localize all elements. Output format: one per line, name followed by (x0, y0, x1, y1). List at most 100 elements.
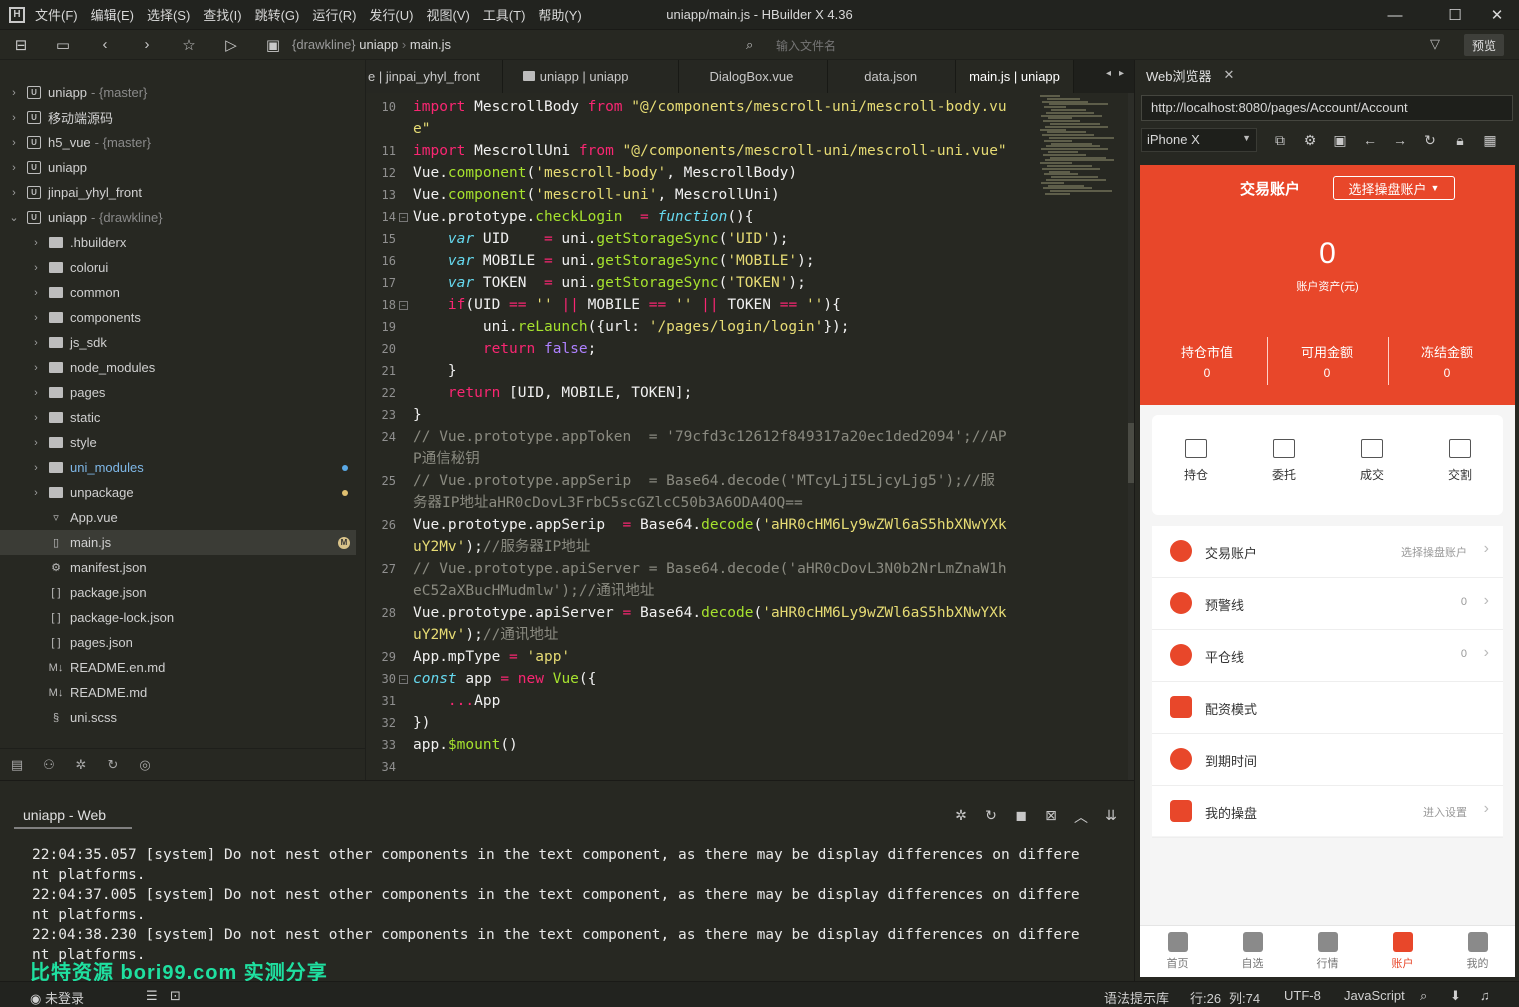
chevron-icon[interactable]: › (30, 337, 42, 349)
code-line[interactable]: uni.reLaunch({url: '/pages/login/login'}… (413, 316, 1033, 338)
menu-item[interactable]: 编辑(E) (91, 5, 134, 24)
menu-item[interactable]: 跳转(G) (255, 5, 300, 24)
phone-tab[interactable]: 账户 (1365, 932, 1440, 971)
bookmark-icon[interactable]: ☆ (178, 34, 200, 56)
tree-item[interactable]: [ ] pages.json (0, 630, 356, 655)
quick-action[interactable]: 委托 (1254, 439, 1314, 483)
code-line[interactable]: P通信秘钥 (413, 448, 1033, 470)
menu-item[interactable]: 文件(F) (35, 5, 78, 24)
editor-tab[interactable]: e | jinpai_yhyl_front (366, 60, 503, 93)
quick-action[interactable]: 持仓 (1166, 439, 1226, 483)
chevron-icon[interactable]: › (8, 187, 20, 199)
notification-icon[interactable]: ♫ (1480, 988, 1490, 1003)
settings-icon[interactable]: ⚙ (1301, 131, 1319, 149)
code-line[interactable]: var MOBILE = uni.getStorageSync('MOBILE'… (413, 250, 1033, 272)
tree-item[interactable]: M↓ README.md (0, 680, 356, 705)
menu-item[interactable]: 视图(V) (426, 5, 469, 24)
tree-item[interactable]: › node_modules (0, 355, 356, 380)
download-icon[interactable]: ⬇ (1450, 988, 1461, 1004)
tree-item[interactable]: › style (0, 430, 356, 455)
menu-item[interactable]: 选择(S) (147, 5, 190, 24)
menu-item[interactable]: 运行(R) (312, 5, 356, 24)
close-icon[interactable]: ✕ (1482, 3, 1512, 27)
list-icon[interactable]: ☰ (146, 988, 158, 1004)
fold-toggle-icon[interactable]: − (399, 675, 408, 684)
code-line[interactable]: Vue.component('mescroll-body', MescrollB… (413, 162, 1033, 184)
tree-item[interactable]: › js_sdk (0, 330, 356, 355)
tree-item[interactable]: [ ] package-lock.json (0, 605, 356, 630)
menu-item[interactable]: 工具(T) (483, 5, 526, 24)
account-menu-item[interactable]: 我的操盘 进入设置 › (1152, 786, 1503, 838)
plugin-icon[interactable]: ◎ (137, 757, 153, 773)
code-line[interactable]: } (413, 360, 1033, 382)
chevron-icon[interactable]: › (30, 237, 42, 249)
code-line[interactable]: return [UID, MOBILE, TOKEN]; (413, 382, 1033, 404)
code-line[interactable]: Vue.prototype.appSerip = Base64.decode('… (413, 514, 1033, 536)
console-debug-icon[interactable]: ✲ (952, 807, 970, 824)
cursor-col[interactable]: 列:74 (1229, 988, 1260, 1007)
syntax-lib-button[interactable]: 语法提示库 (1104, 988, 1169, 1007)
tree-item[interactable]: › Uuniapp - {master} (0, 80, 356, 105)
chevron-icon[interactable]: › (30, 312, 42, 324)
menu-item[interactable]: 查找(I) (203, 5, 241, 24)
tab-left-icon[interactable]: ◂ (1106, 68, 1111, 79)
code-line[interactable]: Vue.prototype.apiServer = Base64.decode(… (413, 602, 1033, 624)
phone-tab[interactable]: 首页 (1140, 932, 1215, 971)
chevron-icon[interactable]: › (8, 162, 20, 174)
code-line[interactable]: App.mpType = 'app' (413, 646, 1033, 668)
forward-icon[interactable]: › (136, 34, 158, 56)
back-icon[interactable]: ‹ (94, 34, 116, 56)
preview-button[interactable]: 预览 (1464, 34, 1504, 56)
browser-back-icon[interactable]: ← (1361, 131, 1379, 149)
screenshot-icon[interactable]: ⧉ (1271, 131, 1289, 149)
tab-right-icon[interactable]: ▸ (1119, 68, 1124, 79)
browser-forward-icon[interactable]: → (1391, 131, 1409, 149)
quick-action[interactable]: 交割 (1430, 439, 1490, 483)
chevron-icon[interactable]: › (30, 462, 42, 474)
tree-item[interactable]: › .hbuilderx (0, 230, 356, 255)
code-line[interactable]: ...App (413, 690, 1033, 712)
code-line[interactable]: Vue.component('mescroll-uni', MescrollUn… (413, 184, 1033, 206)
tree-item[interactable]: › Ujinpai_yhyl_front (0, 180, 356, 205)
chevron-icon[interactable]: › (30, 412, 42, 424)
tree-item[interactable]: M↓ README.en.md (0, 655, 356, 680)
code-line[interactable]: } (413, 404, 1033, 426)
tree-item[interactable]: › Uh5_vue - {master} (0, 130, 356, 155)
menu-item[interactable]: 帮助(Y) (538, 5, 581, 24)
devtools-icon[interactable]: ▣ (1331, 131, 1349, 149)
code-line[interactable]: // Vue.prototype.appSerip = Base64.decod… (413, 470, 1033, 492)
filter-icon[interactable]: ▽ (1430, 36, 1440, 52)
save-icon[interactable]: ▭ (52, 34, 74, 56)
minimap[interactable] (1040, 95, 1114, 195)
chevron-icon[interactable]: ⌄ (8, 211, 20, 224)
fold-toggle-icon[interactable]: − (399, 213, 408, 222)
chevron-icon[interactable]: › (30, 362, 42, 374)
tree-item[interactable]: › pages (0, 380, 356, 405)
minimize-icon[interactable]: — (1380, 3, 1410, 27)
chevron-icon[interactable]: › (30, 437, 42, 449)
refresh-icon[interactable]: ↻ (1421, 131, 1439, 149)
tree-item[interactable]: ▿ App.vue (0, 505, 356, 530)
device-select[interactable]: iPhone X ▼ (1141, 128, 1257, 152)
browser-tab-close-icon[interactable]: ✕ (1224, 67, 1235, 83)
code-line[interactable]: uY2Mv');//通讯地址 (413, 624, 1033, 646)
encoding-button[interactable]: UTF-8 (1284, 988, 1321, 1003)
debug-icon[interactable]: ⚇ (41, 757, 57, 773)
code-line[interactable]: import MescrollUni from "@/components/me… (413, 140, 1033, 162)
source-control-icon[interactable]: ↻ (105, 757, 121, 773)
lock-icon[interactable]: 🔒︎ (1451, 131, 1469, 149)
fold-toggle-icon[interactable]: − (399, 301, 408, 310)
tree-item[interactable]: › uni_modules (0, 455, 356, 480)
tree-item[interactable]: › components (0, 305, 356, 330)
browser-tab[interactable]: Web浏览器 ✕ (1135, 60, 1245, 90)
chevron-icon[interactable]: › (30, 287, 42, 299)
tree-item[interactable]: › Uuniapp (0, 155, 356, 180)
console-clear-icon[interactable]: ⊠ (1042, 807, 1060, 824)
console-restart-icon[interactable]: ↻ (982, 807, 1000, 824)
code-line[interactable]: Vue.prototype.checkLogin = function(){ (413, 206, 1033, 228)
chevron-icon[interactable]: › (8, 112, 20, 124)
code-line[interactable]: if(UID == '' || MOBILE == '' || TOKEN ==… (413, 294, 1033, 316)
code-line[interactable]: eC52aXBucHMudmlw');//通讯地址 (413, 580, 1033, 602)
phone-tab[interactable]: 自选 (1215, 932, 1290, 971)
console-tab[interactable]: uniapp - Web (14, 789, 132, 829)
